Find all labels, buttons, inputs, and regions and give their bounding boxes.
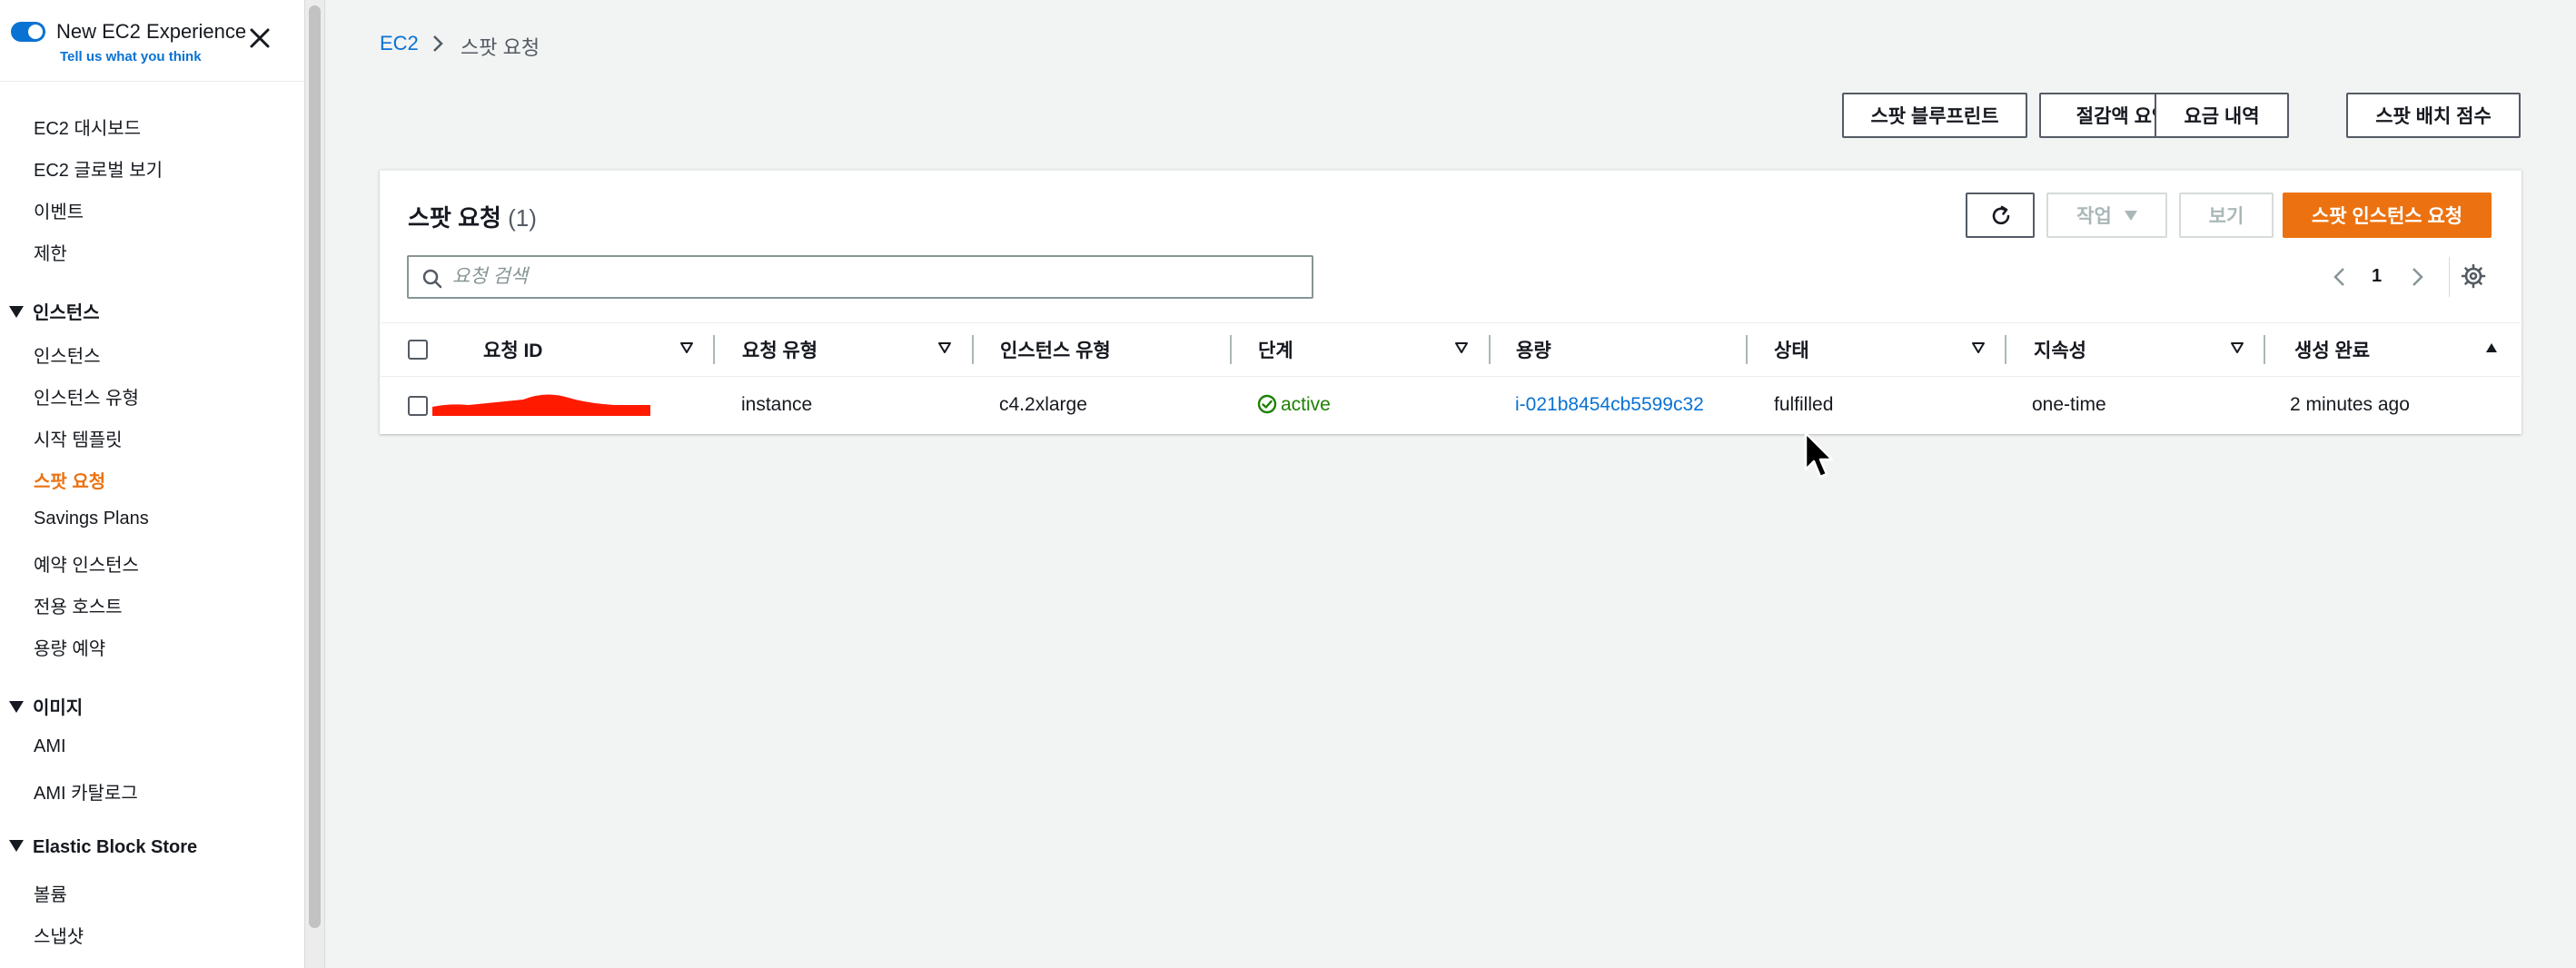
sidebar-item-volumes[interactable]: 볼륨 [34,880,67,906]
spot-blueprint-button[interactable]: 스팟 블루프린트 [1842,93,2027,138]
mouse-cursor-icon [1804,431,1834,479]
search-box[interactable] [407,255,1313,299]
sidebar-item-snapshots[interactable]: 스냅샷 [34,922,84,948]
sidebar-item-savings-plans[interactable]: Savings Plans [34,509,149,529]
column-divider[interactable] [1746,335,1748,364]
sidebar-item-instances[interactable]: 인스턴스 [34,341,101,368]
caret-down-icon [9,701,24,714]
column-header-created[interactable]: 생성 완료 [2294,336,2370,363]
search-icon [422,269,442,289]
cell-instance-type: c4.2xlarge [999,394,1087,415]
column-divider[interactable] [1230,335,1232,364]
sidebar-section-images[interactable]: 이미지 [9,693,83,719]
chevron-right-icon [433,35,443,52]
sort-down-icon[interactable] [679,341,694,354]
sidebar-item-dedicated-hosts[interactable]: 전용 호스트 [34,592,123,618]
sidebar-scrollbar-thumb[interactable] [309,5,321,928]
sort-down-icon[interactable] [2230,341,2244,354]
sidebar-section-label: Elastic Block Store [33,837,198,857]
column-divider[interactable] [2264,335,2265,364]
caret-down-icon [2124,210,2137,221]
close-icon[interactable] [247,25,272,51]
column-divider[interactable] [713,335,715,364]
sidebar-section-instances[interactable]: 인스턴스 [9,298,100,324]
cell-request-type: instance [741,394,813,415]
column-divider[interactable] [972,335,974,364]
sidebar-item-ec2-global-view[interactable]: EC2 글로벌 보기 [34,155,163,182]
cell-status: fulfilled [1774,394,1834,415]
toggle-knob [28,25,43,39]
sort-down-icon[interactable] [1454,341,1469,354]
breadcrumb-current: 스팟 요청 [461,36,540,59]
sidebar-item-spot-requests[interactable]: 스팟 요청 [34,467,105,493]
cell-created: 2 minutes ago [2290,394,2410,415]
panel-title: 스팟 요청 (1) [408,200,537,233]
row-checkbox[interactable] [408,396,428,416]
new-experience-title: New EC2 Experience [56,20,247,43]
refresh-icon [1992,205,2010,225]
current-page-number[interactable]: 1 [2372,266,2382,287]
sidebar-section-label: 인스턴스 [33,303,100,323]
pager-divider [2449,257,2450,297]
cell-stage: active [1257,394,1331,416]
refresh-button[interactable] [1966,193,2035,238]
table-header [381,322,2521,377]
panel-count: (1) [508,204,537,232]
redacted-request-id [432,394,650,416]
sidebar-section-ebs[interactable]: Elastic Block Store [9,837,197,858]
request-spot-instances-button[interactable]: 스팟 인스턴스 요청 [2283,193,2492,238]
column-header-persistence[interactable]: 지속성 [2034,336,2086,363]
sidebar-item-instance-types[interactable]: 인스턴스 유형 [34,383,139,410]
sort-up-icon[interactable] [2484,341,2499,354]
pricing-history-button[interactable]: 요금 내역 [2155,93,2289,138]
sidebar-item-ami[interactable]: AMI [34,736,66,757]
sidebar-item-ec2-dashboard[interactable]: EC2 대시보드 [34,114,141,140]
feedback-link[interactable]: Tell us what you think [60,49,202,64]
column-header-instance-type[interactable]: 인스턴스 유형 [1000,336,1111,363]
actions-label: 작업 [2076,206,2112,227]
cell-persistence: one-time [2032,394,2106,415]
caret-down-icon [9,306,24,319]
stage-label: active [1281,394,1331,415]
column-header-request-type[interactable]: 요청 유형 [742,336,817,363]
check-circle-icon [1257,394,1277,414]
sidebar-item-capacity-reservations[interactable]: 용량 예약 [34,634,105,660]
sort-down-icon[interactable] [937,341,952,354]
chevron-right-icon[interactable] [2408,264,2426,290]
cell-capacity-link[interactable]: i-021b8454cb5599c32 [1515,394,1704,416]
view-button[interactable]: 보기 [2179,193,2274,238]
sidebar-item-launch-templates[interactable]: 시작 템플릿 [34,425,123,451]
sidebar-item-ami-catalog[interactable]: AMI 카탈로그 [34,778,138,805]
new-experience-toggle[interactable] [11,22,45,42]
column-divider[interactable] [2005,335,2006,364]
column-divider[interactable] [1489,335,1491,364]
sidebar-section-label: 이미지 [33,698,84,718]
sidebar-item-events[interactable]: 이벤트 [34,197,84,223]
sidebar: New EC2 Experience Tell us what you thin… [0,0,305,968]
breadcrumb-ec2-link[interactable]: EC2 [380,32,419,55]
chevron-left-icon[interactable] [2331,264,2349,290]
column-header-stage[interactable]: 단계 [1258,336,1293,363]
caret-down-icon [9,840,24,853]
settings-gear-icon[interactable] [2461,263,2486,289]
column-header-capacity[interactable]: 용량 [1516,336,1551,363]
sidebar-item-reserved-instances[interactable]: 예약 인스턴스 [34,550,139,577]
sidebar-item-limits[interactable]: 제한 [34,239,67,265]
column-header-request-id[interactable]: 요청 ID [483,336,542,363]
actions-dropdown-button[interactable]: 작업 [2046,193,2167,238]
select-all-checkbox[interactable] [408,340,428,360]
new-experience-header: New EC2 Experience Tell us what you thin… [0,0,304,82]
column-header-status[interactable]: 상태 [1774,336,1809,363]
panel-title-text: 스팟 요청 [408,204,501,232]
sort-down-icon[interactable] [1971,341,1986,354]
spot-placement-score-button[interactable]: 스팟 배치 점수 [2346,93,2521,138]
search-input[interactable] [452,264,1297,290]
